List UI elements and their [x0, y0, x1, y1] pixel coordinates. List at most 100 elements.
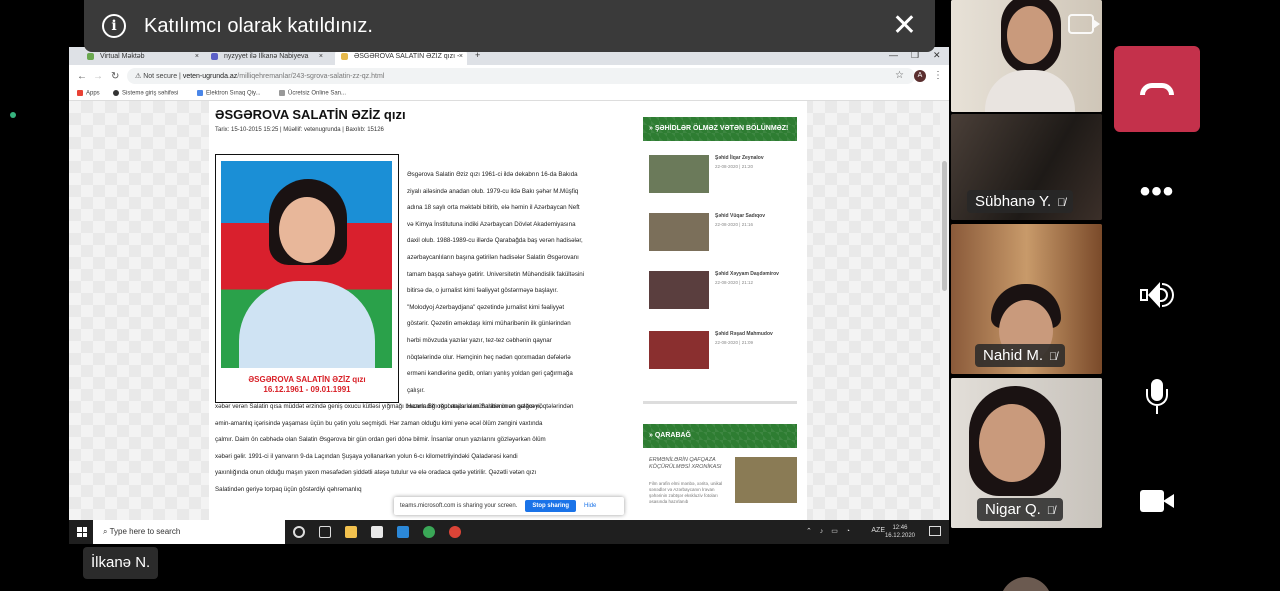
clock[interactable]: 12:46 16.12.2020: [885, 524, 915, 540]
address-bar: ← → ↻ ⚠ Not secure | veten-ugrunda.az/mi…: [69, 65, 949, 87]
article-meta: Tarix: 15-10-2015 15:25 | Müəllif: veten…: [215, 127, 384, 133]
close-icon[interactable]: ✕: [892, 11, 917, 41]
article-text-line: əmin-amanlıq içərisində yaşaması üçün bu…: [215, 419, 543, 427]
tab-article[interactable]: ƏSGƏROVA SALATİN ƏZİZ qızı - ×: [335, 50, 467, 65]
news-item[interactable]: Şəhid Rəşad Mahmudov 22-08-2020 | 21:09: [649, 331, 799, 371]
back-arrow-icon[interactable]: ←: [77, 71, 87, 82]
speaker-icon: [1140, 280, 1174, 310]
bookmark-apps[interactable]: Apps: [77, 90, 100, 97]
menu-dots-icon[interactable]: ⋮: [933, 70, 943, 81]
participant-tile[interactable]: Sübhanə Y. 🎙̸: [951, 114, 1102, 220]
status-dot: [10, 112, 16, 118]
tab-close-icon[interactable]: ×: [459, 53, 463, 60]
microphone-button[interactable]: [1114, 362, 1200, 432]
security-label: Not secure: [143, 73, 178, 80]
article-text-line: xəbər verən Salatin qısa müddət ərzində …: [215, 403, 542, 410]
sidebar-divider: [643, 401, 797, 404]
bookmarks-bar: Apps Sistemə giriş səhifəsi Elektron Sın…: [69, 87, 949, 101]
mail-icon[interactable]: [397, 526, 409, 538]
file-explorer-icon[interactable]: [345, 526, 357, 538]
news-thumbnail: [649, 213, 709, 251]
news-item[interactable]: Şəhid İlqar Zeynalov 22-08-2020 | 21:20: [649, 155, 799, 195]
article-text-line: nöqtələrində olur. Həmçinin heç nədən qo…: [407, 353, 571, 361]
participant-name-label: Sübhanə Y. 🎙̸: [967, 190, 1074, 213]
warning-icon: ⚠: [135, 73, 144, 80]
notification-center-icon[interactable]: [929, 526, 941, 536]
article-text-line: azərbaycanlıların başına gətirilən hadis…: [407, 253, 579, 261]
news-thumbnail: [649, 155, 709, 193]
participant-name-label: Nahid M. 🎙̸: [975, 344, 1066, 367]
sidebar: » ŞƏHİDLƏR ÖLMƏZ VƏTƏN BÖLÜNMƏZ! Şəhid İ…: [643, 117, 797, 504]
presenter-name-label: İlkanə N.: [83, 547, 159, 579]
article-text-line: göstərir. Qəzetin əməkdaşı kimi müharibə…: [407, 320, 571, 328]
language-indicator[interactable]: AZE: [871, 527, 885, 534]
participant-tile[interactable]: Nigar Q. 🎙̸: [951, 378, 1102, 528]
bookmark-online[interactable]: Ücretsiz Online San...: [279, 90, 346, 97]
article-body-side: Əsgərova Salatin Əziz qızı 1961-ci ildə …: [407, 167, 632, 416]
article-text-line: daxil olub. 1988-1989-cu illərdə Qarabağ…: [407, 237, 583, 245]
taskbar-search-input[interactable]: ⌕ Type here to search: [93, 520, 285, 544]
sidebar-heading-martyrs[interactable]: » ŞƏHİDLƏR ÖLMƏZ VƏTƏN BÖLÜNMƏZ!: [643, 117, 797, 141]
leave-call-button[interactable]: [1114, 46, 1200, 132]
cortana-icon[interactable]: [293, 526, 305, 538]
mic-muted-icon: 🎙̸: [1057, 197, 1066, 209]
sidebar-heading-karabakh[interactable]: » QARABAĞ: [643, 424, 797, 448]
store-icon[interactable]: [371, 526, 383, 538]
apps-grid-icon: [77, 90, 83, 96]
tab-favicon-icon: [341, 53, 348, 60]
karabakh-thumbnail: [735, 457, 797, 503]
photo-caption-name: ƏSGƏROVA SALATİN ƏZİZ qızı: [248, 375, 366, 384]
page-scrollbar[interactable]: [940, 101, 949, 520]
page-icon: [197, 90, 203, 96]
notification-message: Katılımcı olarak katıldınız.: [144, 14, 373, 37]
tab-teams-meeting[interactable]: nyzyyet ilə İlkanə Nabiyeva ×: [205, 50, 327, 65]
info-icon: i: [102, 14, 126, 38]
article-text-line: tamam başqa sahəyə gətirir. Universiteti…: [407, 270, 585, 278]
article-text-line: xəbəri gəlir. 1991-ci il yanvarın 9-da L…: [215, 452, 518, 460]
bookmark-exam[interactable]: Elektron Sınaq Qiy...: [197, 90, 261, 97]
mic-muted-icon: 🎙̸: [1046, 505, 1056, 517]
news-item[interactable]: Şəhid Xəyyam Daşdəmirov 22-08-2020 | 21:…: [649, 271, 799, 311]
teams-icon: [211, 53, 218, 60]
page-icon: [279, 90, 285, 96]
more-options-button[interactable]: •••: [1114, 157, 1200, 227]
tab-close-icon[interactable]: ×: [195, 53, 199, 60]
system-tray-icons[interactable]: ⌃ ♪ ▭ ◔: [806, 527, 853, 535]
participant-avatar-partial: [1000, 577, 1052, 591]
news-thumbnail: [649, 331, 709, 369]
edge-icon[interactable]: [423, 526, 435, 538]
article-text-line: bitirsə də, o jurnalist kimi fəaliyyət g…: [407, 287, 558, 295]
forward-arrow-icon[interactable]: →: [93, 71, 103, 82]
tab-virtual-mekteb[interactable]: Virtual Məktəb ×: [81, 50, 203, 65]
shared-screen: Virtual Məktəb × nyzyyet ilə İlkanə Nabi…: [69, 47, 949, 544]
mic-muted-icon: 🎙̸: [1049, 351, 1058, 363]
article-text-line: "Molodyoj Azerbaydjana" qəzetində jurnal…: [407, 303, 565, 311]
hang-up-icon: [1140, 83, 1174, 95]
reload-icon[interactable]: ↻: [111, 71, 119, 82]
tab-close-icon[interactable]: ×: [319, 53, 323, 60]
article-text-line: çalışır.: [407, 386, 425, 394]
scrollbar-thumb[interactable]: [942, 161, 947, 291]
participant-tile[interactable]: [951, 0, 1102, 112]
star-icon[interactable]: ☆: [895, 70, 904, 81]
article-text-line: hərbi mövzuda yazılar yazır, tez-tez cəb…: [407, 336, 552, 344]
news-thumbnail: [649, 271, 709, 309]
profile-avatar[interactable]: A: [914, 70, 926, 82]
portrait-frame: ƏSGƏROVA SALATİN ƏZİZ qızı 16.12.1961 - …: [215, 154, 399, 403]
participant-tile[interactable]: Nahid M. 🎙̸: [951, 224, 1102, 374]
share-message: teams.microsoft.com is sharing your scre…: [400, 503, 518, 509]
join-notification: i Katılımcı olarak katıldınız. ✕: [84, 0, 935, 52]
camera-button[interactable]: [1114, 466, 1200, 536]
article-text-line: ziyalı ailəsində anadan olub. 1979-cu il…: [407, 187, 579, 195]
window-close-icon[interactable]: ✕: [933, 50, 941, 61]
url-input[interactable]: ⚠ Not secure | veten-ugrunda.az/milliqeh…: [127, 68, 915, 84]
chrome-icon[interactable]: [449, 526, 461, 538]
task-view-icon[interactable]: [319, 526, 331, 538]
stop-sharing-button[interactable]: Stop sharing: [525, 500, 577, 512]
news-item[interactable]: Şəhid Vüqar Sadıqov 22-08-2020 | 21:16: [649, 213, 799, 253]
bookmark-login[interactable]: Sistemə giriş səhifəsi: [113, 90, 178, 97]
windows-start-icon[interactable]: [77, 527, 87, 537]
article-content: ƏSGƏROVA SALATİN ƏZİZ qızı Tarix: 15-10-…: [209, 101, 807, 520]
hide-button[interactable]: Hide: [584, 503, 596, 509]
speaker-button[interactable]: [1114, 260, 1200, 330]
